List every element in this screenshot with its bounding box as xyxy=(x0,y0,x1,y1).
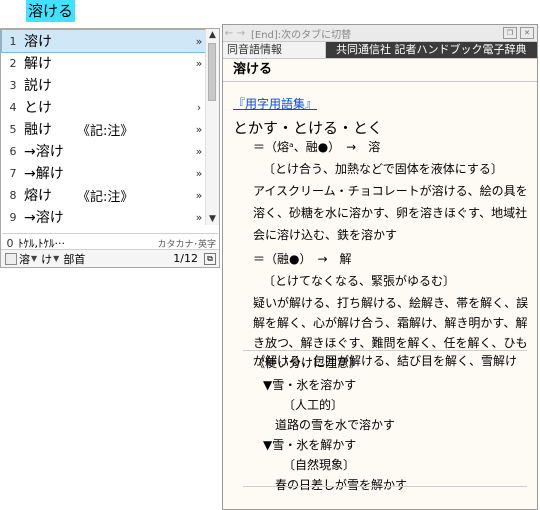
candidate-count: 1/12 xyxy=(173,252,198,265)
candidate-number: 7 xyxy=(9,166,17,180)
mode-label: 溶 xyxy=(19,252,30,266)
candidate-note: 《記:注》 xyxy=(77,123,134,139)
radical-button[interactable]: 部首 xyxy=(61,251,87,267)
candidate-item[interactable]: 7 →解け» xyxy=(2,162,207,184)
dropdown-icon: ▼ xyxy=(31,254,38,263)
definition-line: 〔とけてなくなる、緊張がゆるむ〕 xyxy=(263,274,456,288)
usage-note-line: 〔自然現象〕 xyxy=(283,458,356,472)
candidate-item[interactable]: 6 →溶け» xyxy=(2,140,207,162)
definition-line: ＝（熔ᵃ、融●） → 溶 xyxy=(253,140,381,154)
close-icon[interactable]: ✕ xyxy=(520,27,534,39)
usage-note-line: 〔人工的〕 xyxy=(283,398,344,412)
candidate-number: 1 xyxy=(9,34,17,48)
expand-icon[interactable]: ⧉ xyxy=(204,252,216,265)
tab-homophones[interactable]: 同音語情報 xyxy=(223,42,326,58)
usage-note-title: 《使い分けに注意》 xyxy=(253,356,362,370)
candidate-item[interactable]: 9 →溶け» xyxy=(2,206,207,228)
composition-text: 溶ける xyxy=(26,0,76,22)
usage-note-line: ▼雪・氷を溶かす xyxy=(263,378,357,392)
usage-note-line: 道路の雪を水で溶かす xyxy=(275,418,396,432)
divider xyxy=(2,233,218,234)
candidate-item[interactable]: 2 解け» xyxy=(2,52,207,74)
scroll-thumb[interactable] xyxy=(208,43,216,101)
source-link[interactable]: 『用字用語集』 xyxy=(233,95,317,112)
suffix-selector[interactable]: け ▼ xyxy=(39,251,61,267)
candidate-scrollbar[interactable]: ▲ ▼ xyxy=(205,29,219,225)
candidate-number: 3 xyxy=(9,78,17,92)
candidate-text: →溶け xyxy=(24,144,64,160)
candidate-window: 1 溶け» 2 解け» 3 説け 4 とけ › 5 融け 《記:注》» 6 →溶け» 7 →解け» 8 熔け 《記:… xyxy=(0,28,220,268)
definition-line: アイスクリーム・チョコレートが溶ける、絵の具を xyxy=(253,184,528,198)
candidate-number: 5 xyxy=(9,122,17,136)
divider xyxy=(243,486,527,487)
document-icon xyxy=(5,252,17,265)
dictionary-headword: 溶ける xyxy=(223,58,537,82)
candidate-item[interactable]: 8 熔け 《記:注》» xyxy=(2,184,207,206)
candidate-item[interactable]: 1 溶け» xyxy=(1,29,208,53)
forward-icon[interactable]: → xyxy=(235,28,247,39)
definition-line: 疑いが解ける、打ち解ける、絵解き、帯を解く、誤 xyxy=(253,296,529,310)
candidate-zero-type: カタカナ･英字 xyxy=(157,239,216,250)
candidate-text: 溶け xyxy=(24,34,52,50)
usage-note-line: ▼雪・氷を解かす xyxy=(263,438,357,452)
reading: とかす・とける・とく xyxy=(233,119,383,137)
candidate-text: →解け xyxy=(24,166,64,182)
candidate-note: 《記:注》 xyxy=(77,189,134,205)
suffix-label: け xyxy=(41,252,53,266)
mode-selector[interactable]: 溶 ▼ xyxy=(1,251,39,267)
dropdown-icon: ▼ xyxy=(53,254,60,263)
restore-icon[interactable]: ❐ xyxy=(503,27,517,39)
candidate-text: 解け xyxy=(24,56,52,72)
definition-line: 会に溶け込む、鉄を溶かす xyxy=(253,228,398,242)
candidate-number: 2 xyxy=(9,56,17,70)
tab-kyodo-dictionary[interactable]: 共同通信社 記者ハンドブック電子辞典 xyxy=(326,42,537,58)
definition-line: ＝（融●） → 解 xyxy=(253,252,352,266)
candidate-item[interactable]: 5 融け 《記:注》» xyxy=(2,118,207,140)
scroll-down-icon[interactable]: ▼ xyxy=(206,213,219,225)
dictionary-window: ← → [End]:次のタブに切替 ❐ ✕ 同音語情報 共同通信社 記者ハンドブ… xyxy=(222,24,538,510)
candidate-number: 0 xyxy=(6,236,14,250)
candidate-number: 6 xyxy=(9,144,17,158)
scroll-up-icon[interactable]: ▲ xyxy=(206,29,219,41)
dictionary-body: 『用字用語集』 とかす・とける・とく ＝（熔ᵃ、融●） → 溶〔とけ合う、加熱な… xyxy=(223,82,537,509)
candidate-text: とけ xyxy=(24,100,52,116)
candidate-number: 4 xyxy=(9,100,17,114)
candidate-text: 説け xyxy=(24,78,52,94)
back-icon[interactable]: ← xyxy=(223,28,235,39)
definition-line: 溶く、砂糖を水に溶かす、卵を溶きほぐす、地域社 xyxy=(253,206,528,220)
dictionary-title: [End]:次のタブに切替 xyxy=(251,29,352,41)
candidate-status-bar: 溶 ▼ け ▼ 部首 1/12 ⧉ xyxy=(1,249,219,267)
dictionary-titlebar: ← → [End]:次のタブに切替 ❐ ✕ xyxy=(223,25,537,42)
candidate-number: 8 xyxy=(9,188,17,202)
usage-note-line: 春の日差しが雪を解かす xyxy=(275,478,408,492)
dictionary-tabs: 同音語情報 共同通信社 記者ハンドブック電子辞典 xyxy=(223,42,537,58)
candidate-number: 9 xyxy=(9,210,17,224)
definition-line: 解を解く、心が解け合う、霜解け、解き明かす、解 xyxy=(253,316,528,330)
candidate-item[interactable]: 4 とけ › xyxy=(2,96,207,118)
definition-line: 〔とけ合う、加熱などで固体を液体にする〕 xyxy=(263,162,503,176)
candidate-text: →溶け xyxy=(24,210,64,226)
divider xyxy=(243,350,527,351)
candidate-item[interactable]: 3 説け xyxy=(2,74,207,96)
definition-line: き放つ、解きほぐす、難問を解く、任を解く、ひも xyxy=(253,336,528,350)
